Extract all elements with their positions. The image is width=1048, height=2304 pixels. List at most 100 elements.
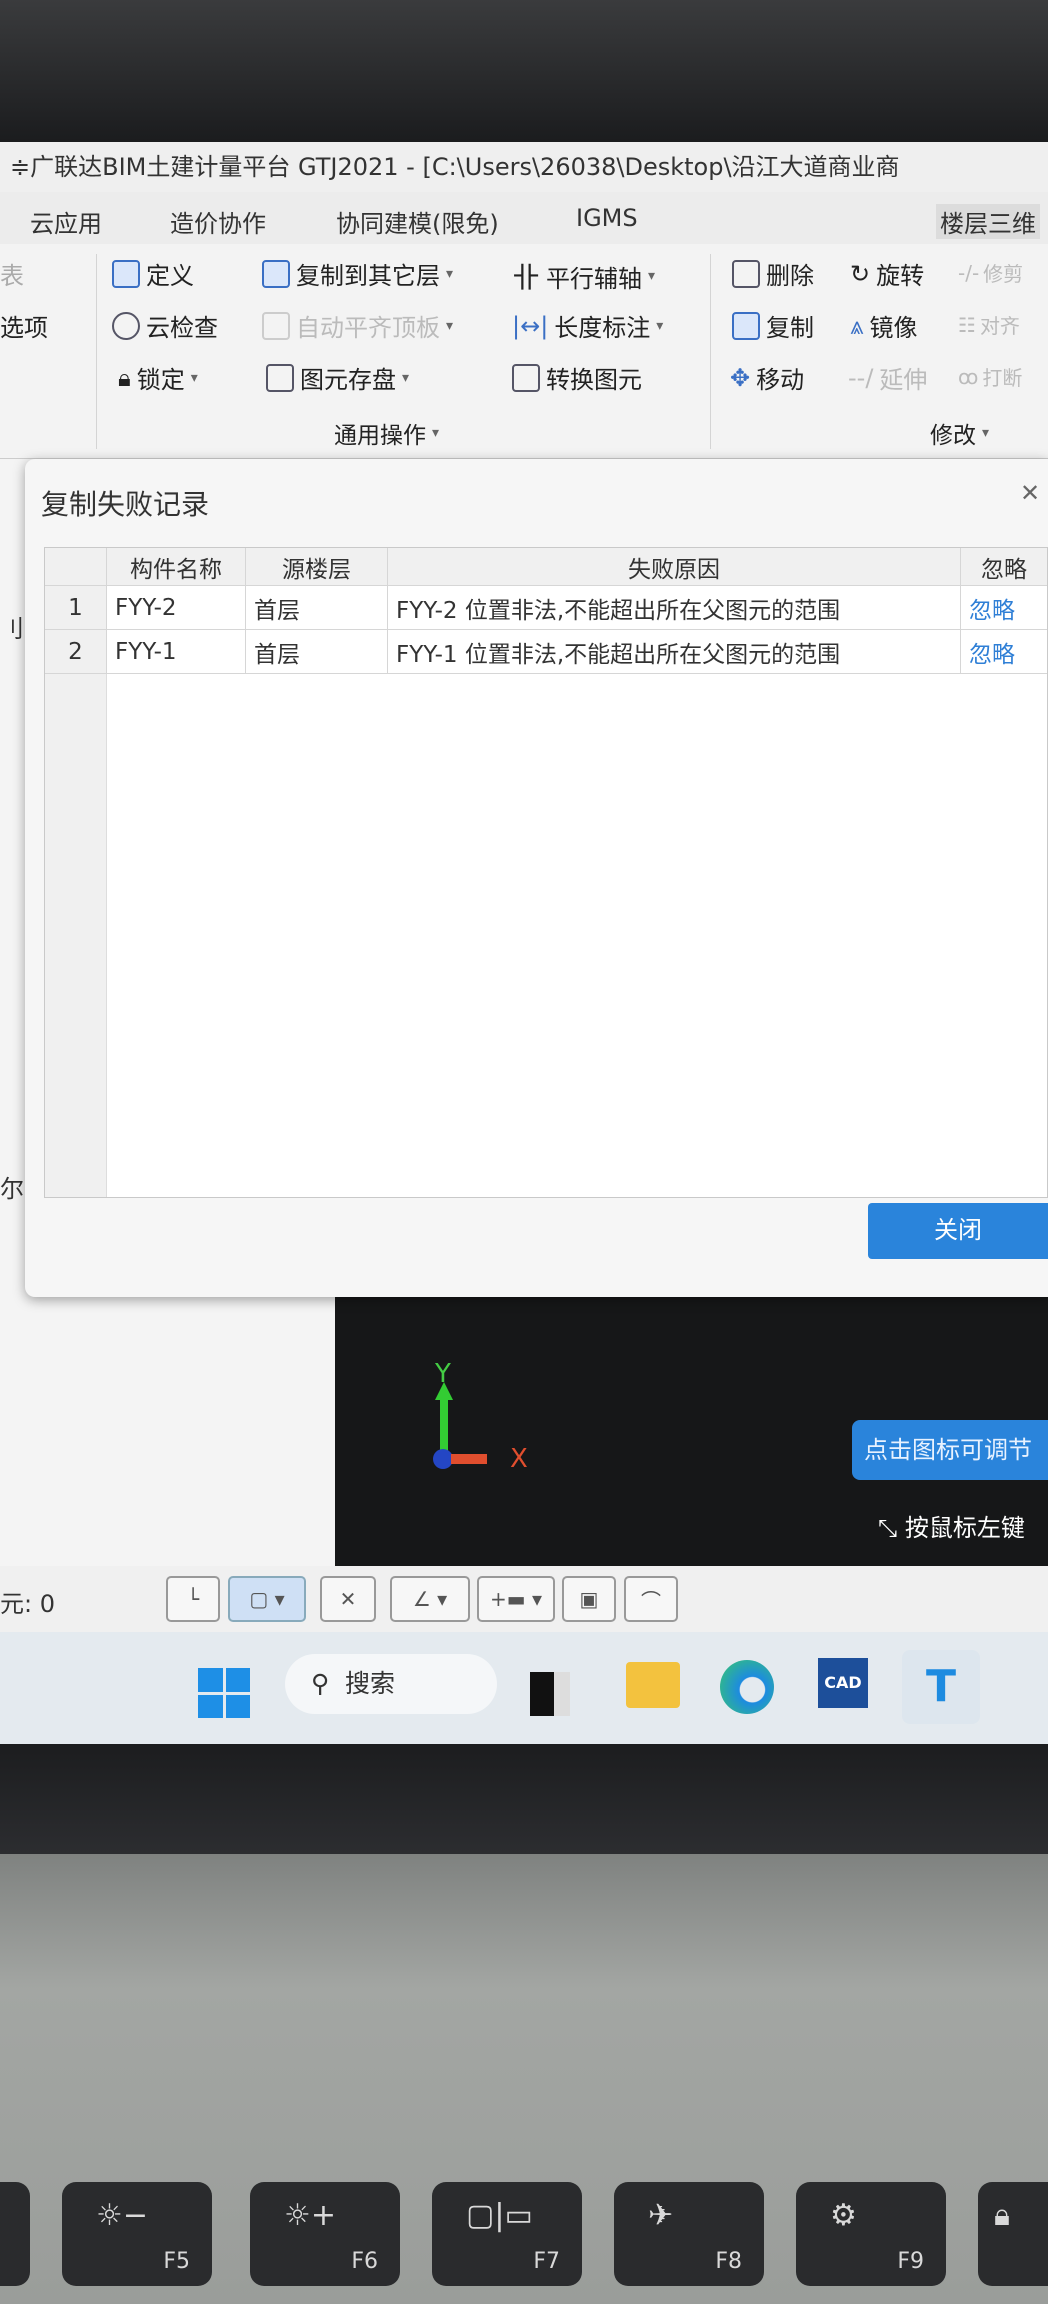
copy-to-other-floor-button[interactable]: 复制到其它层 ▾ [262, 256, 453, 291]
selected-count: 元: 0 [0, 1590, 55, 1618]
key-f7[interactable]: ▢|▭ F7 [432, 2182, 582, 2286]
tooltip: 点击图标可调节 [852, 1420, 1048, 1480]
search-icon: ⚲ [311, 1669, 330, 1698]
source-floor: 首层 [246, 586, 388, 629]
copy-icon [732, 311, 760, 340]
tab-collab-modeling[interactable]: 协同建模(限免) [336, 204, 499, 239]
ribbon-partial-item[interactable]: 选项 [0, 308, 48, 343]
copy-failure-dialog: 复制失败记录 ✕ 构件名称 源楼层 失败原因 忽略 1 FYY-2 首层 FYY… [25, 459, 1048, 1297]
key-f6[interactable]: ☼+ F6 [250, 2182, 400, 2286]
brightness-up-icon: ☼+ [284, 2198, 337, 2233]
copy-button[interactable]: 复制 [732, 308, 814, 343]
delete-button[interactable]: 删除 [732, 256, 814, 291]
align-icon: ☷ [958, 312, 976, 337]
window-title: ≑广联达BIM土建计量平台 GTJ2021 - [C:\Users\26038\… [10, 153, 900, 181]
cad-icon[interactable]: CAD [818, 1658, 868, 1708]
ribbon-tabs: 云应用 造价协作 协同建模(限免) IGMS 楼层三维 [0, 192, 1048, 244]
break-icon: ꝏ [958, 364, 979, 389]
trim-icon: -/- [958, 260, 980, 285]
tab-floor-3d[interactable]: 楼层三维 [936, 204, 1040, 239]
cloud-search-icon [112, 311, 140, 340]
auto-align-slab-button[interactable]: 自动平齐顶板 ▾ [262, 308, 453, 343]
column-header-reason[interactable]: 失败原因 [388, 548, 961, 585]
ribbon-partial-item[interactable]: 表 [0, 256, 24, 291]
trim-button[interactable]: -/- 修剪 [958, 258, 1023, 287]
break-button[interactable]: ꝏ 打断 [958, 362, 1022, 391]
select-mode-dropdown[interactable]: ▢ ▾ [228, 1576, 306, 1622]
brightness-down-icon: ☼− [96, 2198, 149, 2233]
task-view-icon[interactable] [530, 1672, 570, 1716]
define-icon [112, 259, 140, 288]
display-toggle[interactable]: ▣ [562, 1576, 616, 1622]
dimension-icon: |↔| [512, 311, 549, 340]
row-index: 1 [45, 586, 107, 629]
origin-icon [433, 1449, 453, 1469]
cross-toggle[interactable]: ✕ [320, 1576, 376, 1622]
extend-button[interactable]: --/延伸 [848, 360, 927, 395]
search-box[interactable]: ⚲ 搜索 [285, 1654, 497, 1714]
airplane-icon: ✈ [648, 2198, 674, 2233]
axis-y-arrowhead-icon [435, 1382, 453, 1400]
key-partial [0, 2182, 30, 2286]
key-lock[interactable]: 🔒︎ [978, 2182, 1048, 2286]
gear-icon: ⚙ [830, 2198, 857, 2233]
tab-cloud-apps[interactable]: 云应用 [30, 204, 102, 239]
status-bar: 元: 0 └ ▢ ▾ ✕ ∠ ▾ +▬ ▾ ▣ ⌒ [0, 1566, 1048, 1632]
failure-table: 构件名称 源楼层 失败原因 忽略 1 FYY-2 首层 FYY-2 位置非法,不… [44, 547, 1048, 1198]
tab-cost-collab[interactable]: 造价协作 [170, 204, 266, 239]
ribbon: 表 选项 定义 复制到其它层 ▾ 卝平行辅轴 ▾ 云检查 自动平齐顶板 ▾ |↔| 长度… [0, 244, 1048, 459]
window-title-bar: ≑广联达BIM土建计量平台 GTJ2021 - [C:\Users\26038\… [0, 142, 1048, 192]
modify-group-label[interactable]: 修改 ▾ [930, 416, 989, 450]
move-icon: ✥ [730, 363, 751, 392]
convert-icon [512, 363, 540, 392]
rotate-button[interactable]: ↻ 旋转 [850, 256, 924, 291]
ortho-toggle[interactable]: └ [166, 1576, 220, 1622]
tab-igms[interactable]: IGMS [576, 204, 638, 232]
general-group-label[interactable]: 通用操作 ▾ [334, 416, 439, 450]
align-button[interactable]: ☷ 对齐 [958, 310, 1020, 339]
rotate-icon: ↻ [850, 259, 871, 288]
lock-icon: 🔒︎ [994, 2198, 1010, 2233]
component-name: FYY-1 [107, 630, 246, 673]
file-explorer-icon[interactable] [626, 1662, 680, 1708]
mouse-hint: ⤡ 按鼠标左键 [878, 1514, 1025, 1542]
cloud-check-button[interactable]: 云检查 [112, 308, 218, 343]
windows-start-icon[interactable] [198, 1668, 250, 1718]
ignore-link[interactable]: 忽略 [961, 586, 1047, 629]
table-row[interactable]: 2 FYY-1 首层 FYY-1 位置非法,不能超出所在父图元的范围 忽略 [45, 630, 1047, 674]
gtj-app-icon[interactable]: T [902, 1650, 980, 1724]
mirror-icon: ⩓ [850, 311, 864, 340]
element-save-button[interactable]: 图元存盘 ▾ [266, 360, 409, 395]
column-header-ignore[interactable]: 忽略 [961, 548, 1047, 585]
ignore-link[interactable]: 忽略 [961, 630, 1047, 673]
column-header-name[interactable]: 构件名称 [107, 548, 246, 585]
axis-x-label: X [510, 1444, 528, 1474]
failure-reason: FYY-2 位置非法,不能超出所在父图元的范围 [388, 586, 961, 629]
dialog-title: 复制失败记录 [41, 488, 210, 521]
extend-icon: --/ [848, 363, 874, 392]
close-icon[interactable]: ✕ [1020, 479, 1040, 507]
convert-element-button[interactable]: 转换图元 [512, 360, 642, 395]
table-row[interactable]: 1 FYY-2 首层 FYY-2 位置非法,不能超出所在父图元的范围 忽略 [45, 586, 1047, 630]
lock-button[interactable]: 🔒︎ 锁定 ▾ [118, 360, 198, 395]
source-floor: 首层 [246, 630, 388, 673]
key-f8[interactable]: ✈ F8 [614, 2182, 764, 2286]
mirror-button[interactable]: ⩓ 镜像 [850, 308, 918, 343]
parallel-axis-button[interactable]: 卝平行辅轴 ▾ [512, 256, 655, 296]
copy-layers-icon [262, 259, 290, 288]
row-index: 2 [45, 630, 107, 673]
left-panel-partial: 尔 [0, 1175, 24, 1203]
move-button[interactable]: ✥ 移动 [730, 360, 804, 395]
edge-icon[interactable] [720, 1660, 774, 1714]
failure-reason: FYY-1 位置非法,不能超出所在父图元的范围 [388, 630, 961, 673]
key-f5[interactable]: ☼− F5 [62, 2182, 212, 2286]
column-header-floor[interactable]: 源楼层 [246, 548, 388, 585]
close-button[interactable]: 关闭 [868, 1203, 1048, 1259]
display-switch-icon: ▢|▭ [466, 2198, 533, 2233]
key-f9[interactable]: ⚙ F9 [796, 2182, 946, 2286]
angle-dropdown[interactable]: ∠ ▾ [390, 1576, 470, 1622]
curve-toggle[interactable]: ⌒ [624, 1576, 678, 1622]
define-button[interactable]: 定义 [112, 256, 194, 291]
length-dimension-button[interactable]: |↔| 长度标注 ▾ [512, 308, 663, 343]
snap-dropdown[interactable]: +▬ ▾ [477, 1576, 555, 1622]
